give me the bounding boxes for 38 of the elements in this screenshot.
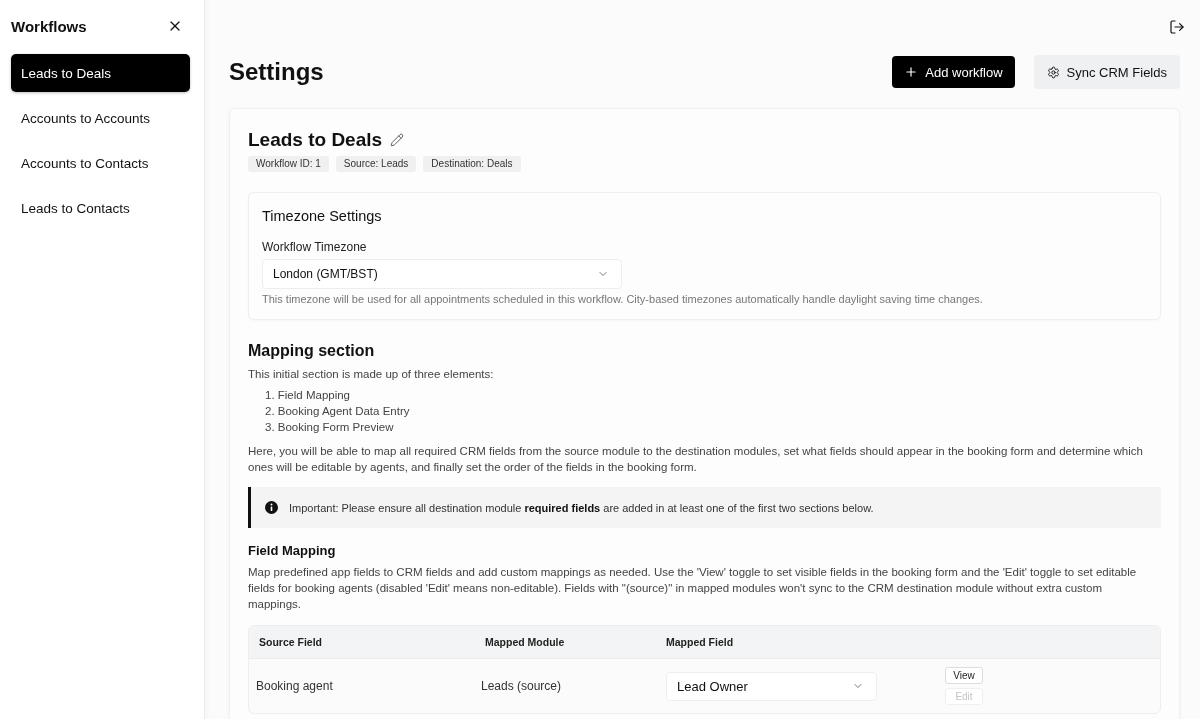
settings-icon bbox=[1046, 65, 1060, 79]
section-title: Mapping section bbox=[248, 341, 376, 361]
panel-title: Timezone Settings bbox=[262, 207, 383, 226]
sidebar-item[interactable]: Leads to Deals bbox=[11, 54, 190, 92]
sidebar-item[interactable]: Accounts to Accounts bbox=[11, 99, 190, 137]
sync-fields-button[interactable]: Sync CRM Fields bbox=[1033, 55, 1180, 89]
table-cell-text: Leads (source) bbox=[481, 679, 563, 693]
alert-text: Important: Please ensure all destination module required fields are added in at least one of the first two sections below. bbox=[289, 501, 874, 514]
pencil-icon[interactable] bbox=[390, 133, 405, 147]
timezone-select[interactable]: London (GMT/BST) bbox=[262, 259, 622, 289]
section-text: Here, you will be able to map all required CRM fields from the source module to the destination modules, set what fields should appear in the booking form and determine which ones will be editable by agents, and finally set the order of the fields in the booking form. bbox=[248, 444, 1144, 475]
logout-button[interactable] bbox=[1169, 19, 1185, 35]
column-header: Mapped Module bbox=[485, 636, 566, 648]
field-label: Workflow Timezone bbox=[262, 240, 368, 254]
toggle-button[interactable]: View bbox=[945, 667, 983, 684]
plus-icon bbox=[904, 65, 919, 79]
logout-icon bbox=[1169, 19, 1185, 35]
mapped-field-select[interactable]: Lead Owner bbox=[666, 671, 877, 701]
sidebar-title: Workflows bbox=[11, 17, 87, 35]
workflow-name: Leads to Deals bbox=[248, 129, 383, 151]
section-intro: This initial section is made up of three elements: bbox=[248, 367, 495, 382]
info-icon bbox=[265, 501, 278, 514]
section-description: Map predefined app fields to CRM fields and add custom mappings as needed. Use the 'View' toggle to set visible fields in the booking form and the 'Edit' toggle to set editable fields for booking agents (disabled 'Edit' means non-editable). Fields with "(source)" in mapped modules won't sync to the CRM destination module without extra custom mappings. bbox=[248, 565, 1138, 612]
column-header: Source Field bbox=[259, 636, 323, 648]
step-item: 3. Booking Form Preview bbox=[265, 420, 395, 435]
info-badge: Workflow ID: 1 bbox=[248, 156, 329, 172]
info-badge: Destination: Deals bbox=[423, 156, 521, 172]
column-header: Mapped Field bbox=[666, 636, 735, 648]
help-text: This timezone will be used for all appointments scheduled in this workflow. City-based timezones automatically handle daylight saving time changes. bbox=[262, 293, 984, 306]
step-item: 1. Field Mapping bbox=[265, 388, 352, 403]
section-title: Field Mapping bbox=[248, 542, 337, 560]
page-title: Settings bbox=[229, 58, 324, 86]
add-workflow-button[interactable]: Add workflow bbox=[892, 56, 1015, 88]
info-badge: Source: Leads bbox=[335, 156, 417, 172]
sidebar-item[interactable]: Accounts to Contacts bbox=[11, 144, 190, 182]
sidebar-item[interactable]: Leads to Contacts bbox=[11, 189, 190, 227]
table-cell-text: Booking agent bbox=[256, 679, 334, 693]
step-item: 2. Booking Agent Data Entry bbox=[265, 404, 411, 419]
